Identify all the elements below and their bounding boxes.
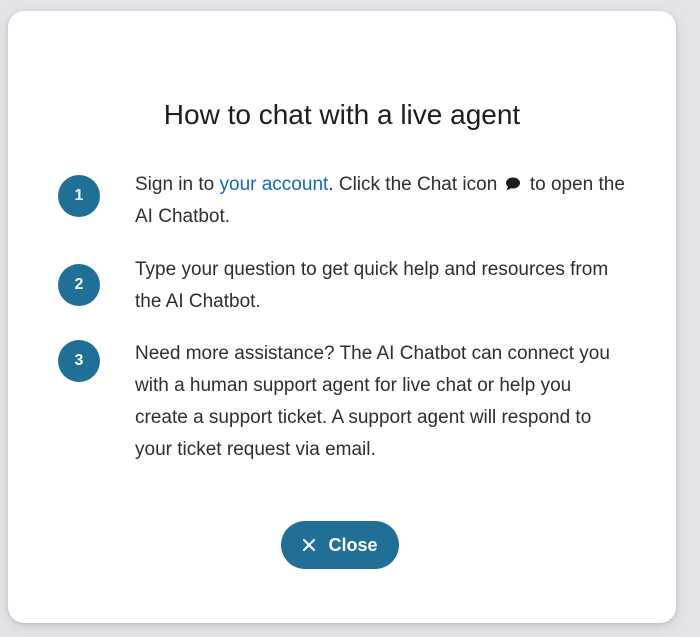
step-text-2: Type your question to get quick help and… xyxy=(135,259,609,312)
step-text-3: Need more assistance? The AI Chatbot can… xyxy=(135,343,610,460)
step-text-1: Sign in to your account. Click the Chat … xyxy=(135,169,625,233)
chat-help-dialog: How to chat with a live agent 1 Sign in … xyxy=(8,11,676,623)
close-button[interactable]: Close xyxy=(281,521,399,569)
step-1-text-middle: . Click the Chat icon xyxy=(328,174,498,195)
chat-bubble-icon xyxy=(505,170,523,191)
dialog-title: How to chat with a live agent xyxy=(163,99,521,130)
step-number-2: 2 xyxy=(58,264,100,306)
step-1-text-start: Sign in to xyxy=(135,174,220,195)
close-button-label: Close xyxy=(328,534,378,555)
step-number-1: 1 xyxy=(58,175,100,217)
step-number-3: 3 xyxy=(58,340,100,382)
close-icon xyxy=(302,538,316,552)
your-account-link[interactable]: your account xyxy=(220,174,329,195)
